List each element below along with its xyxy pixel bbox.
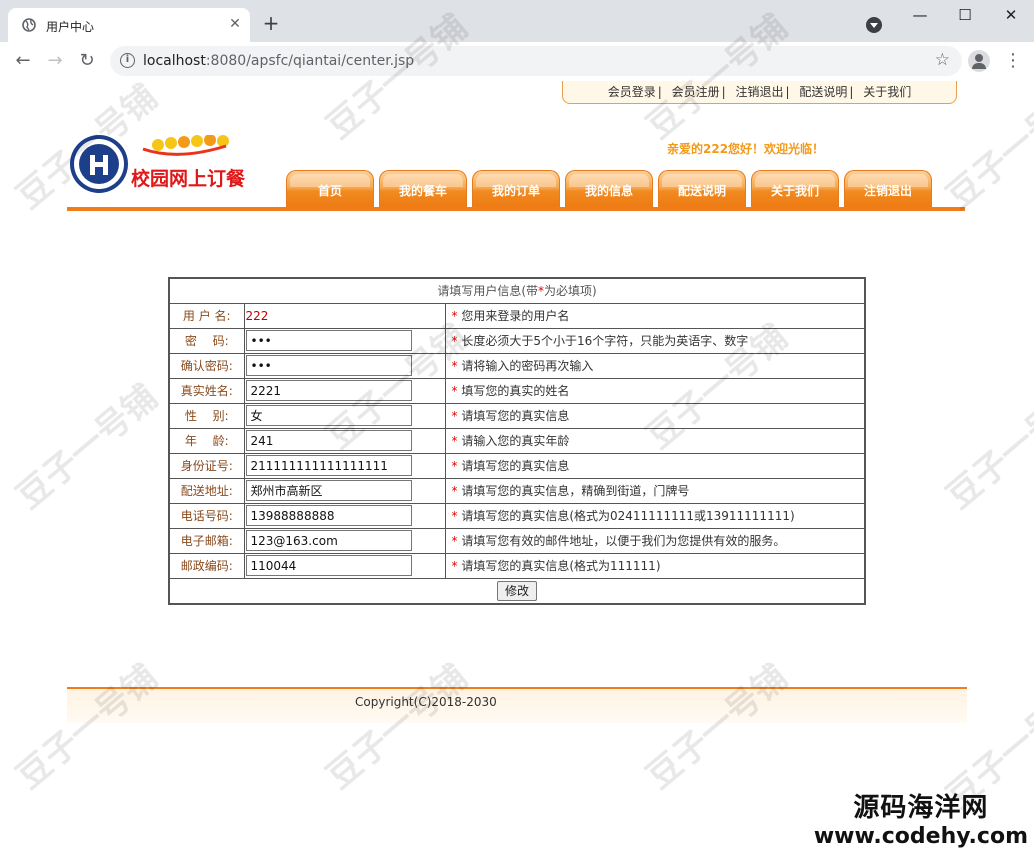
phone-hint: * 请填写您的真实信息(格式为02411111111或13911111111) — [444, 502, 866, 529]
logo-text: 校园网上订餐 — [131, 167, 246, 190]
id-number-hint: * 请填写您的真实信息 — [444, 452, 866, 479]
table-row: 年 龄: * 请输入您的真实年龄 — [168, 427, 866, 454]
new-tab-button[interactable]: + — [260, 12, 282, 34]
id-number-input[interactable] — [245, 455, 412, 476]
real-name-label: 真实姓名: — [168, 377, 245, 404]
postcode-hint: * 请填写您的真实信息(格式为111111) — [444, 552, 866, 579]
nav-tab-my-info[interactable]: 我的信息 — [565, 170, 653, 208]
username-label: 用 户 名: — [168, 302, 245, 329]
password-label: 密 码: — [168, 327, 245, 354]
confirm-password-input[interactable] — [245, 355, 412, 376]
browser-chrome: 用户中心 ✕ + — ☐ ✕ ← → ↻ i localhost:8080/ap… — [0, 0, 1034, 80]
nav-tab-orders[interactable]: 我的订单 — [472, 170, 560, 208]
tab-title: 用户中心 — [46, 20, 95, 34]
address-input[interactable] — [245, 480, 412, 501]
reload-icon[interactable]: ↻ — [75, 49, 99, 73]
brand-en: www.codehy.com — [813, 824, 1028, 849]
email-label: 电子邮箱: — [168, 527, 245, 554]
age-hint: * 请输入您的真实年龄 — [444, 427, 866, 454]
site-logo: 校园网上订餐 — [70, 135, 246, 193]
page-footer: Copyright(C)2018-2030 — [67, 687, 967, 723]
id-number-label: 身份证号: — [168, 452, 245, 479]
username-value: 222 — [243, 302, 446, 329]
address-label: 配送地址: — [168, 477, 245, 504]
table-row: 配送地址: * 请填写您的真实信息，精确到街道，门牌号 — [168, 477, 866, 504]
table-row: 密 码: * 长度必须大于5个小于16个字符，只能为英语字、数字 — [168, 327, 866, 354]
table-row: 性 别: * 请填写您的真实信息 — [168, 402, 866, 429]
link-member-register[interactable]: 会员注册 — [672, 85, 720, 99]
profile-icon[interactable] — [968, 50, 990, 72]
table-row: 邮政编码: * 请填写您的真实信息(格式为111111) — [168, 552, 866, 579]
minimize-icon[interactable]: — — [897, 0, 943, 32]
gender-input[interactable] — [245, 405, 412, 426]
address-bar[interactable]: i localhost:8080/apsfc/qiantai/center.js… — [110, 46, 962, 76]
back-icon[interactable]: ← — [11, 49, 35, 73]
link-about-us[interactable]: 关于我们 — [863, 85, 911, 99]
url-text: localhost:8080/apsfc/qiantai/center.jsp — [143, 53, 415, 69]
tab-search-icon[interactable] — [866, 17, 882, 33]
age-label: 年 龄: — [168, 427, 245, 454]
postcode-label: 邮政编码: — [168, 552, 245, 579]
more-menu-icon[interactable]: ⋮ — [1004, 50, 1022, 72]
confirm-password-hint: * 请将输入的密码再次输入 — [444, 352, 866, 379]
browser-tab[interactable]: 用户中心 ✕ — [8, 8, 250, 42]
table-row: 电话号码: * 请填写您的真实信息(格式为02411111111或1391111… — [168, 502, 866, 529]
table-row: 用 户 名: 222 * 您用来登录的用户名 — [168, 302, 866, 329]
username-hint: * 您用来登录的用户名 — [444, 302, 866, 329]
table-row: 身份证号: * 请填写您的真实信息 — [168, 452, 866, 479]
globe-icon — [22, 18, 36, 32]
age-input[interactable] — [245, 430, 412, 451]
nav-tab-cart[interactable]: 我的餐车 — [379, 170, 467, 208]
nav-underline — [67, 207, 965, 211]
corner-brand-watermark: 源码海洋网 www.codehy.com — [814, 787, 1028, 849]
password-input[interactable] — [245, 330, 412, 351]
password-hint: * 长度必须大于5个小于16个字符，只能为英语字、数字 — [444, 327, 866, 354]
copyright-text: Copyright(C)2018-2030 — [355, 695, 497, 709]
confirm-password-label: 确认密码: — [168, 352, 245, 379]
table-row: 电子邮箱: * 请填写您有效的邮件地址，以便于我们为您提供有效的服务。 — [168, 527, 866, 554]
welcome-message: 亲爱的222您好！欢迎光临！ — [667, 142, 825, 156]
info-icon[interactable]: i — [120, 53, 135, 68]
link-delivery-info[interactable]: 配送说明 — [799, 85, 847, 99]
real-name-hint: * 填写您的真实的姓名 — [444, 377, 866, 404]
form-footer: 修改 — [168, 577, 866, 605]
user-info-form: 请填写用户信息(带*为必填项) 用 户 名: 222 * 您用来登录的用户名 密… — [168, 277, 866, 605]
email-input[interactable] — [245, 530, 412, 551]
nav-tab-delivery[interactable]: 配送说明 — [658, 170, 746, 208]
close-tab-icon[interactable]: ✕ — [226, 15, 244, 33]
page-content: 会员登录 | 会员注册 | 注销退出 | 配送说明 | 关于我们 校园网上订餐 亲爱的2… — [0, 81, 1034, 853]
maximize-icon[interactable]: ☐ — [942, 0, 988, 32]
tab-strip: 用户中心 ✕ + — ☐ ✕ — [0, 0, 1034, 42]
link-logout[interactable]: 注销退出 — [735, 85, 783, 99]
nav-tab-logout[interactable]: 注销退出 — [844, 170, 932, 208]
forward-icon[interactable]: → — [43, 49, 67, 73]
link-member-login[interactable]: 会员登录 — [608, 85, 656, 99]
email-hint: * 请填写您有效的邮件地址，以便于我们为您提供有效的服务。 — [444, 527, 866, 554]
postcode-input[interactable] — [245, 555, 412, 576]
nav-tab-home[interactable]: 首页 — [286, 170, 374, 208]
gender-label: 性 别: — [168, 402, 245, 429]
table-row: 确认密码: * 请将输入的密码再次输入 — [168, 352, 866, 379]
modify-button[interactable]: 修改 — [496, 580, 537, 601]
phone-label: 电话号码: — [168, 502, 245, 529]
address-hint: * 请填写您的真实信息，精确到街道，门牌号 — [444, 477, 866, 504]
gender-hint: * 请填写您的真实信息 — [444, 402, 866, 429]
brand-cn: 源码海洋网 — [853, 793, 989, 823]
form-heading: 请填写用户信息(带*为必填项) — [168, 277, 866, 304]
nav-tab-about[interactable]: 关于我们 — [751, 170, 839, 208]
table-row: 真实姓名: * 填写您的真实的姓名 — [168, 377, 866, 404]
bookmark-star-icon[interactable]: ☆ — [935, 50, 950, 70]
browser-toolbar: ← → ↻ i localhost:8080/apsfc/qiantai/cen… — [0, 42, 1034, 80]
window-close-icon[interactable]: ✕ — [988, 0, 1034, 32]
top-links: 会员登录 | 会员注册 | 注销退出 | 配送说明 | 关于我们 — [562, 81, 957, 104]
phone-input[interactable] — [245, 505, 412, 526]
real-name-input[interactable] — [245, 380, 412, 401]
